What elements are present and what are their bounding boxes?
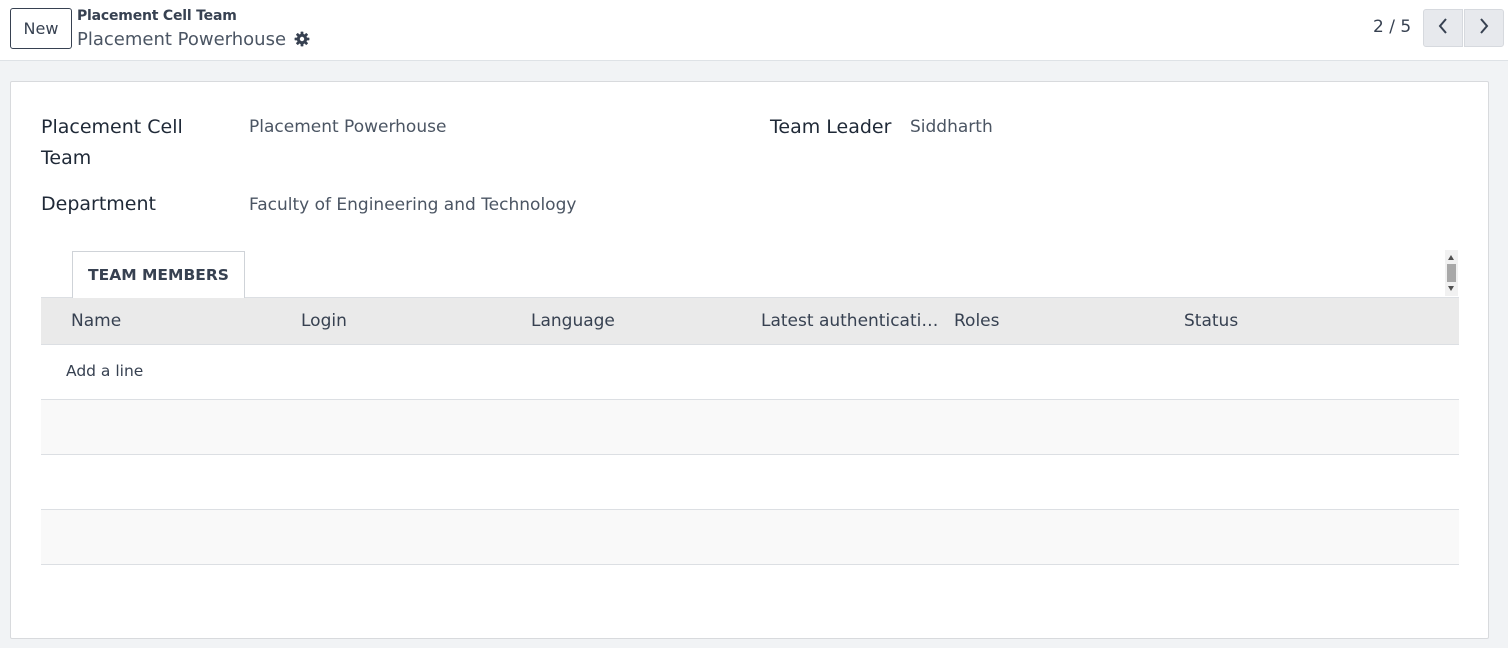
- chevron-right-icon: [1478, 17, 1490, 39]
- notebook-scrollbar[interactable]: [1445, 250, 1458, 296]
- team-name-field[interactable]: Placement Powerhouse: [249, 115, 446, 139]
- team-leader-field[interactable]: Siddharth: [910, 115, 993, 139]
- list-row-add: Add a line: [41, 345, 1459, 400]
- team-name-label: Placement Cell Team: [41, 116, 183, 169]
- scroll-up-arrow-icon[interactable]: [1448, 255, 1454, 260]
- list-row-empty: [41, 400, 1459, 455]
- tab-team-members[interactable]: TEAM MEMBERS: [72, 251, 245, 298]
- department-label: Department: [41, 193, 156, 215]
- column-header-latest-authentication[interactable]: Latest authentication: [761, 298, 941, 344]
- list-row-empty: [41, 455, 1459, 510]
- breadcrumb-current-record: Placement Powerhouse: [77, 28, 287, 50]
- list-row-empty: [41, 510, 1459, 565]
- add-a-line-link[interactable]: Add a line: [66, 362, 143, 380]
- list-header: Name Login Language Latest authenticatio…: [41, 297, 1459, 345]
- column-header-status[interactable]: Status: [1184, 298, 1404, 344]
- pager-next-button[interactable]: [1464, 9, 1504, 47]
- breadcrumb-parent-link[interactable]: Placement Cell Team: [77, 8, 237, 24]
- team-members-list: Name Login Language Latest authenticatio…: [41, 297, 1459, 565]
- scroll-down-arrow-icon[interactable]: [1448, 286, 1454, 291]
- column-header-name[interactable]: Name: [71, 298, 291, 344]
- column-header-login[interactable]: Login: [301, 298, 521, 344]
- pager-value[interactable]: 2 / 5: [1373, 17, 1411, 37]
- control-panel: New Placement Cell Team Placement Powerh…: [0, 0, 1508, 61]
- breadcrumb: Placement Powerhouse: [77, 28, 310, 50]
- pager-previous-button[interactable]: [1423, 9, 1463, 47]
- column-header-language[interactable]: Language: [531, 298, 751, 344]
- new-button[interactable]: New: [10, 8, 72, 49]
- column-header-roles[interactable]: Roles: [954, 298, 1174, 344]
- scroll-thumb[interactable]: [1447, 264, 1456, 282]
- gear-icon[interactable]: [294, 31, 310, 47]
- chevron-left-icon: [1437, 17, 1449, 39]
- department-field[interactable]: Faculty of Engineering and Technology: [249, 193, 576, 217]
- form-sheet: Placement Cell Team Placement Powerhouse…: [10, 81, 1489, 639]
- team-leader-label: Team Leader: [770, 116, 892, 138]
